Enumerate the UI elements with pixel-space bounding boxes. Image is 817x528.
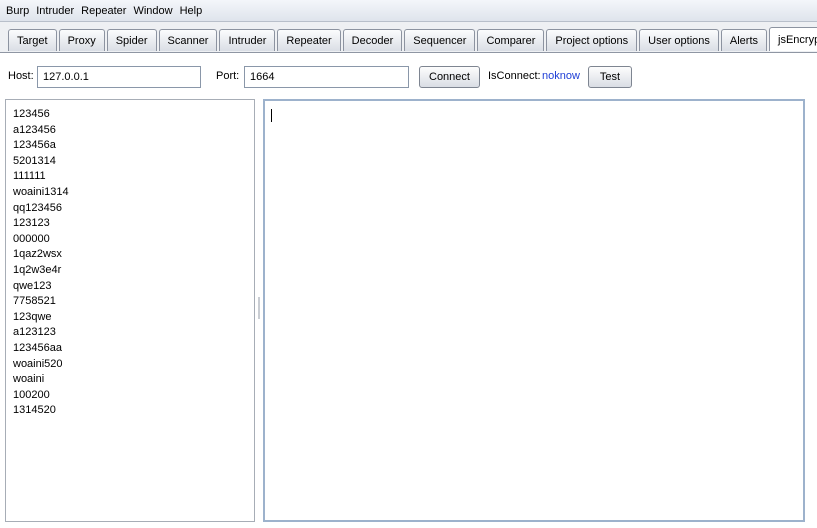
list-item[interactable]: 7758521 (13, 294, 254, 310)
connect-button[interactable]: Connect (419, 66, 480, 88)
list-item[interactable]: 1314520 (13, 403, 254, 419)
list-item[interactable]: qq123456 (13, 201, 254, 217)
tab-decoder[interactable]: Decoder (342, 29, 403, 51)
tab-sequencer[interactable]: Sequencer (404, 29, 476, 51)
isconnect-label: IsConnect: (488, 70, 541, 82)
list-item[interactable]: 111111 (13, 169, 254, 185)
tab-scanner[interactable]: Scanner (158, 29, 218, 51)
tab-strip: Target Proxy Spider Scanner Intruder Rep… (0, 22, 817, 53)
list-item[interactable]: 123456 (13, 107, 254, 123)
jsencrypter-panel: Host: 127.0.0.1 Port: 1664 Connect IsCon… (0, 53, 817, 528)
host-input[interactable]: 127.0.0.1 (37, 66, 201, 88)
tab-user-options[interactable]: User options (639, 29, 719, 51)
list-item[interactable]: woaini (13, 372, 254, 388)
connection-toolbar: Host: 127.0.0.1 Port: 1664 Connect IsCon… (8, 66, 808, 88)
list-item[interactable]: a123456 (13, 123, 254, 139)
list-item[interactable]: 123456aa (13, 341, 254, 357)
menu-burp[interactable]: Burp (6, 5, 29, 17)
list-item[interactable]: 1q2w3e4r (13, 263, 254, 279)
tab-spider[interactable]: Spider (106, 29, 157, 51)
tab-project-options[interactable]: Project options (546, 29, 638, 51)
tab-intruder[interactable]: Intruder (219, 29, 276, 51)
list-item[interactable]: 100200 (13, 388, 254, 404)
list-item[interactable]: 1qaz2wsx (13, 247, 254, 263)
tab-alerts[interactable]: Alerts (720, 29, 768, 51)
list-item[interactable]: 123456a (13, 138, 254, 154)
isconnect-status: noknow (542, 70, 580, 82)
menu-bar: Burp Intruder Repeater Window Help (0, 0, 817, 22)
list-item[interactable]: qwe123 (13, 279, 254, 295)
list-item[interactable]: 123123 (13, 216, 254, 232)
text-caret (271, 109, 272, 122)
list-item[interactable]: a123123 (13, 325, 254, 341)
port-label: Port: (216, 70, 240, 82)
tab-jsencrypter[interactable]: jsEncrypter (769, 27, 817, 51)
menu-intruder[interactable]: Intruder (36, 5, 74, 17)
menu-repeater[interactable]: Repeater (81, 5, 126, 17)
payload-list[interactable]: 123456 a123456 123456a 5201314 111111 wo… (5, 99, 255, 522)
menu-help[interactable]: Help (180, 5, 203, 17)
tab-comparer[interactable]: Comparer (477, 29, 545, 51)
tab-repeater[interactable]: Repeater (277, 29, 341, 51)
list-item[interactable]: 123qwe (13, 310, 254, 326)
host-label: Host: (8, 70, 34, 82)
test-button[interactable]: Test (588, 66, 632, 88)
tab-proxy[interactable]: Proxy (58, 29, 105, 51)
port-input[interactable]: 1664 (244, 66, 409, 88)
output-text-area[interactable] (263, 99, 805, 522)
pane-splitter[interactable] (256, 99, 262, 522)
list-item[interactable]: woaini520 (13, 357, 254, 373)
menu-window[interactable]: Window (133, 5, 172, 17)
list-item[interactable]: 000000 (13, 232, 254, 248)
splitter-grip-icon[interactable] (258, 297, 260, 319)
tab-target[interactable]: Target (8, 29, 57, 51)
list-item[interactable]: 5201314 (13, 154, 254, 170)
list-item[interactable]: woaini1314 (13, 185, 254, 201)
